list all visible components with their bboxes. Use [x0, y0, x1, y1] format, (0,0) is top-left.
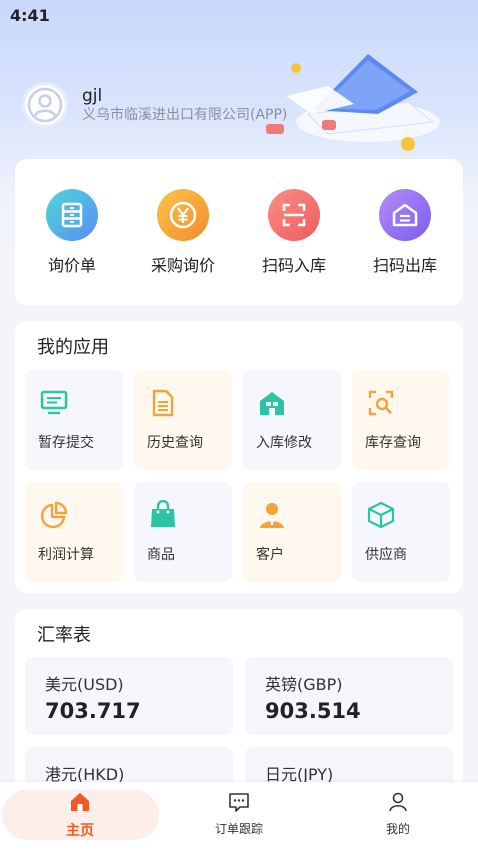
person-icon — [260, 503, 284, 528]
app-tile-supplier[interactable]: 供应商 — [352, 482, 450, 582]
app-tile-goods[interactable]: 商品 — [134, 482, 232, 582]
cabinet-icon — [46, 189, 98, 241]
quick-action-inquiry[interactable]: 询价单 — [27, 189, 117, 276]
app-tile-draft-submit[interactable]: 暂存提交 — [25, 370, 123, 470]
monitor-icon — [40, 390, 68, 415]
app-label: 供应商 — [365, 547, 407, 563]
avatar-person-icon — [27, 87, 63, 123]
app-label: 利润计算 — [38, 547, 94, 563]
warehouse-icon — [379, 189, 431, 241]
app-tile-history[interactable]: 历史查询 — [134, 370, 232, 470]
store-icon — [260, 392, 284, 415]
rate-currency-name: 英镑(GBP) — [265, 675, 343, 694]
status-time: 4:41 — [10, 6, 50, 25]
tab-order-tracking[interactable]: 订单跟踪 — [179, 790, 299, 837]
tab-label: 主页 — [66, 823, 94, 839]
tab-label: 我的 — [385, 822, 410, 836]
section-title: 汇率表 — [37, 625, 91, 646]
document-icon — [152, 389, 174, 417]
avatar[interactable] — [22, 82, 68, 128]
app-tile-profit-calc[interactable]: 利润计算 — [25, 482, 123, 582]
my-apps-card: 我的应用 暂存提交 历史查询 入库修改 库存查询 利润计算 商品 客户 供应商 — [15, 321, 463, 593]
rate-currency-name: 美元(USD) — [45, 675, 124, 694]
laptop-illustration — [266, 54, 440, 151]
app-tile-inventory-query[interactable]: 库存查询 — [352, 370, 450, 470]
tab-label: 订单跟踪 — [214, 822, 263, 836]
user-icon — [389, 792, 407, 812]
shopping-bag-icon — [151, 500, 175, 527]
app-label: 入库修改 — [256, 435, 312, 451]
rate-value: 703.717 — [45, 699, 141, 723]
app-label: 暂存提交 — [38, 435, 94, 451]
pie-chart-icon — [40, 501, 68, 529]
box-icon — [367, 501, 395, 529]
exchange-rate-card: 汇率表 美元(USD) 703.717 英镑(GBP) 903.514 港元(H… — [15, 609, 463, 825]
tab-mine[interactable]: 我的 — [338, 790, 458, 837]
rate-item-gbp[interactable]: 英镑(GBP) 903.514 — [245, 657, 453, 735]
app-tile-stock-in-edit[interactable]: 入库修改 — [243, 370, 341, 470]
tab-home[interactable]: 主页 — [20, 790, 140, 840]
bottom-tab-bar: 主页 订单跟踪 我的 — [0, 782, 478, 850]
scan-icon — [268, 189, 320, 241]
profile-header[interactable]: gjl 义乌市临溪进出口有限公司(APP) — [22, 82, 287, 128]
quick-actions-card: 询价单 采购询价 扫码入库 扫码出库 — [15, 159, 463, 305]
section-title: 我的应用 — [37, 337, 109, 358]
quick-action-scan-in[interactable]: 扫码入库 — [249, 189, 339, 276]
app-label: 客户 — [256, 547, 284, 563]
company-name: 义乌市临溪进出口有限公司(APP) — [82, 107, 288, 123]
quick-action-label: 采购询价 — [150, 256, 215, 275]
user-name: gjl — [82, 86, 103, 106]
home-icon — [71, 793, 89, 811]
quick-action-label: 扫码入库 — [261, 256, 326, 275]
yen-coin-icon — [157, 189, 209, 241]
app-tile-customer[interactable]: 客户 — [243, 482, 341, 582]
chat-icon — [229, 793, 249, 812]
app-label: 库存查询 — [365, 435, 421, 451]
quick-action-purchase-inquiry[interactable]: 采购询价 — [138, 189, 228, 276]
quick-action-label: 扫码出库 — [372, 256, 437, 275]
search-frame-icon — [368, 390, 394, 416]
quick-action-label: 询价单 — [47, 256, 96, 275]
app-label: 商品 — [147, 547, 175, 563]
app-label: 历史查询 — [147, 435, 203, 451]
rate-value: 903.514 — [265, 699, 361, 723]
quick-action-scan-out[interactable]: 扫码出库 — [360, 189, 450, 276]
rate-item-usd[interactable]: 美元(USD) 703.717 — [25, 657, 233, 735]
